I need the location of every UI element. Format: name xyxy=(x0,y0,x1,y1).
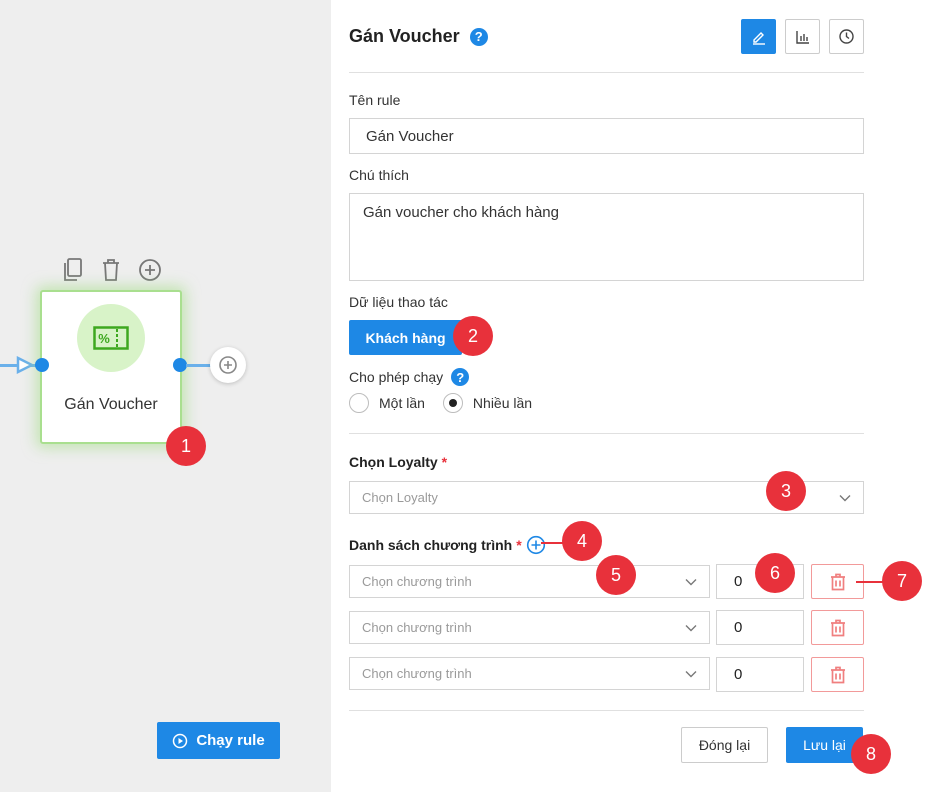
callout-badge: 6 xyxy=(755,553,795,593)
rule-name-label: Tên rule xyxy=(349,92,401,108)
trash-icon xyxy=(830,666,845,683)
voucher-percent-icon: % xyxy=(93,326,129,350)
program-select[interactable]: Chọn chương trình xyxy=(349,565,710,598)
callout-badge: 8 xyxy=(851,734,891,774)
customer-data-button[interactable]: Khách hàng xyxy=(349,320,462,355)
divider xyxy=(349,433,864,434)
run-rule-label: Chạy rule xyxy=(196,732,265,749)
svg-text:%: % xyxy=(98,331,110,346)
outgoing-edge xyxy=(186,364,212,367)
allow-run-radio-group: Một lần Nhiều lần xyxy=(349,393,532,413)
data-source-label: Dữ liệu thao tác xyxy=(349,294,448,310)
flow-node[interactable]: % Gán Voucher xyxy=(40,290,182,444)
radio-selected-dot xyxy=(448,399,457,407)
edge-arrow-icon xyxy=(16,356,34,374)
panel-title: Gán Voucher xyxy=(349,26,460,46)
trash-icon[interactable] xyxy=(100,258,122,282)
plus-circle-icon[interactable] xyxy=(138,258,162,282)
radio-once-label: Một lần xyxy=(379,395,425,411)
trash-icon xyxy=(830,573,845,590)
chevron-down-icon xyxy=(685,578,697,585)
copy-icon[interactable] xyxy=(62,258,84,282)
loyalty-label: Chọn Loyalty * xyxy=(349,454,447,470)
callout-badge: 7 xyxy=(882,561,922,601)
note-label: Chú thích xyxy=(349,167,409,183)
panel-header: Gán Voucher ? xyxy=(349,26,488,47)
program-placeholder: Chọn chương trình xyxy=(362,620,472,635)
program-placeholder: Chọn chương trình xyxy=(362,574,472,589)
callout-badge: 2 xyxy=(453,316,493,356)
edit-icon xyxy=(752,31,765,45)
node-icon-badge: % xyxy=(77,304,145,372)
chart-icon xyxy=(795,30,809,44)
chevron-down-icon xyxy=(685,624,697,631)
required-mark: * xyxy=(516,537,522,553)
flow-canvas: % Gán Voucher Chạy rule xyxy=(0,0,331,792)
radio-many-label: Nhiều lần xyxy=(472,395,533,411)
close-button[interactable]: Đóng lại xyxy=(681,727,768,763)
loyalty-placeholder: Chọn Loyalty xyxy=(362,490,438,505)
program-select[interactable]: Chọn chương trình xyxy=(349,611,710,644)
radio-once[interactable] xyxy=(349,393,369,413)
quantity-input[interactable]: 0 xyxy=(716,610,804,645)
programs-label: Danh sách chương trình * xyxy=(349,535,546,555)
add-program-icon[interactable] xyxy=(526,535,546,555)
callout-badge: 1 xyxy=(166,426,206,466)
add-next-node-button[interactable] xyxy=(210,347,246,383)
callout-badge: 3 xyxy=(766,471,806,511)
node-toolbar xyxy=(62,258,162,282)
radio-many[interactable] xyxy=(442,393,463,413)
run-rule-button[interactable]: Chạy rule xyxy=(157,722,280,759)
trash-icon xyxy=(830,619,845,636)
callout-badge: 4 xyxy=(562,521,602,561)
divider xyxy=(349,72,864,73)
history-icon xyxy=(839,29,854,44)
programs-label-text: Danh sách chương trình xyxy=(349,537,513,553)
program-select[interactable]: Chọn chương trình xyxy=(349,657,710,690)
history-tab-button[interactable] xyxy=(829,19,864,54)
play-circle-icon xyxy=(173,733,188,748)
edit-tab-button[interactable] xyxy=(741,19,776,54)
help-icon[interactable]: ? xyxy=(469,27,488,46)
plus-circle-icon xyxy=(219,356,237,374)
loyalty-label-text: Chọn Loyalty xyxy=(349,454,438,470)
allow-run-label: Cho phép chạy xyxy=(349,369,444,385)
rule-name-input[interactable] xyxy=(349,118,864,154)
node-label: Gán Voucher xyxy=(64,396,158,413)
delete-row-button[interactable] xyxy=(811,610,864,645)
stats-tab-button[interactable] xyxy=(785,19,820,54)
chevron-down-icon xyxy=(839,494,851,501)
note-textarea[interactable]: Gán voucher cho khách hàng xyxy=(349,193,864,281)
quantity-input[interactable]: 0 xyxy=(716,657,804,692)
help-icon[interactable]: ? xyxy=(451,368,470,386)
input-port[interactable] xyxy=(35,358,49,372)
allow-run-row: Cho phép chạy ? xyxy=(349,368,470,386)
delete-row-button[interactable] xyxy=(811,657,864,692)
required-mark: * xyxy=(441,454,448,470)
divider xyxy=(349,710,864,711)
program-placeholder: Chọn chương trình xyxy=(362,666,472,681)
chevron-down-icon xyxy=(685,670,697,677)
output-port[interactable] xyxy=(173,358,187,372)
callout-badge: 5 xyxy=(596,555,636,595)
